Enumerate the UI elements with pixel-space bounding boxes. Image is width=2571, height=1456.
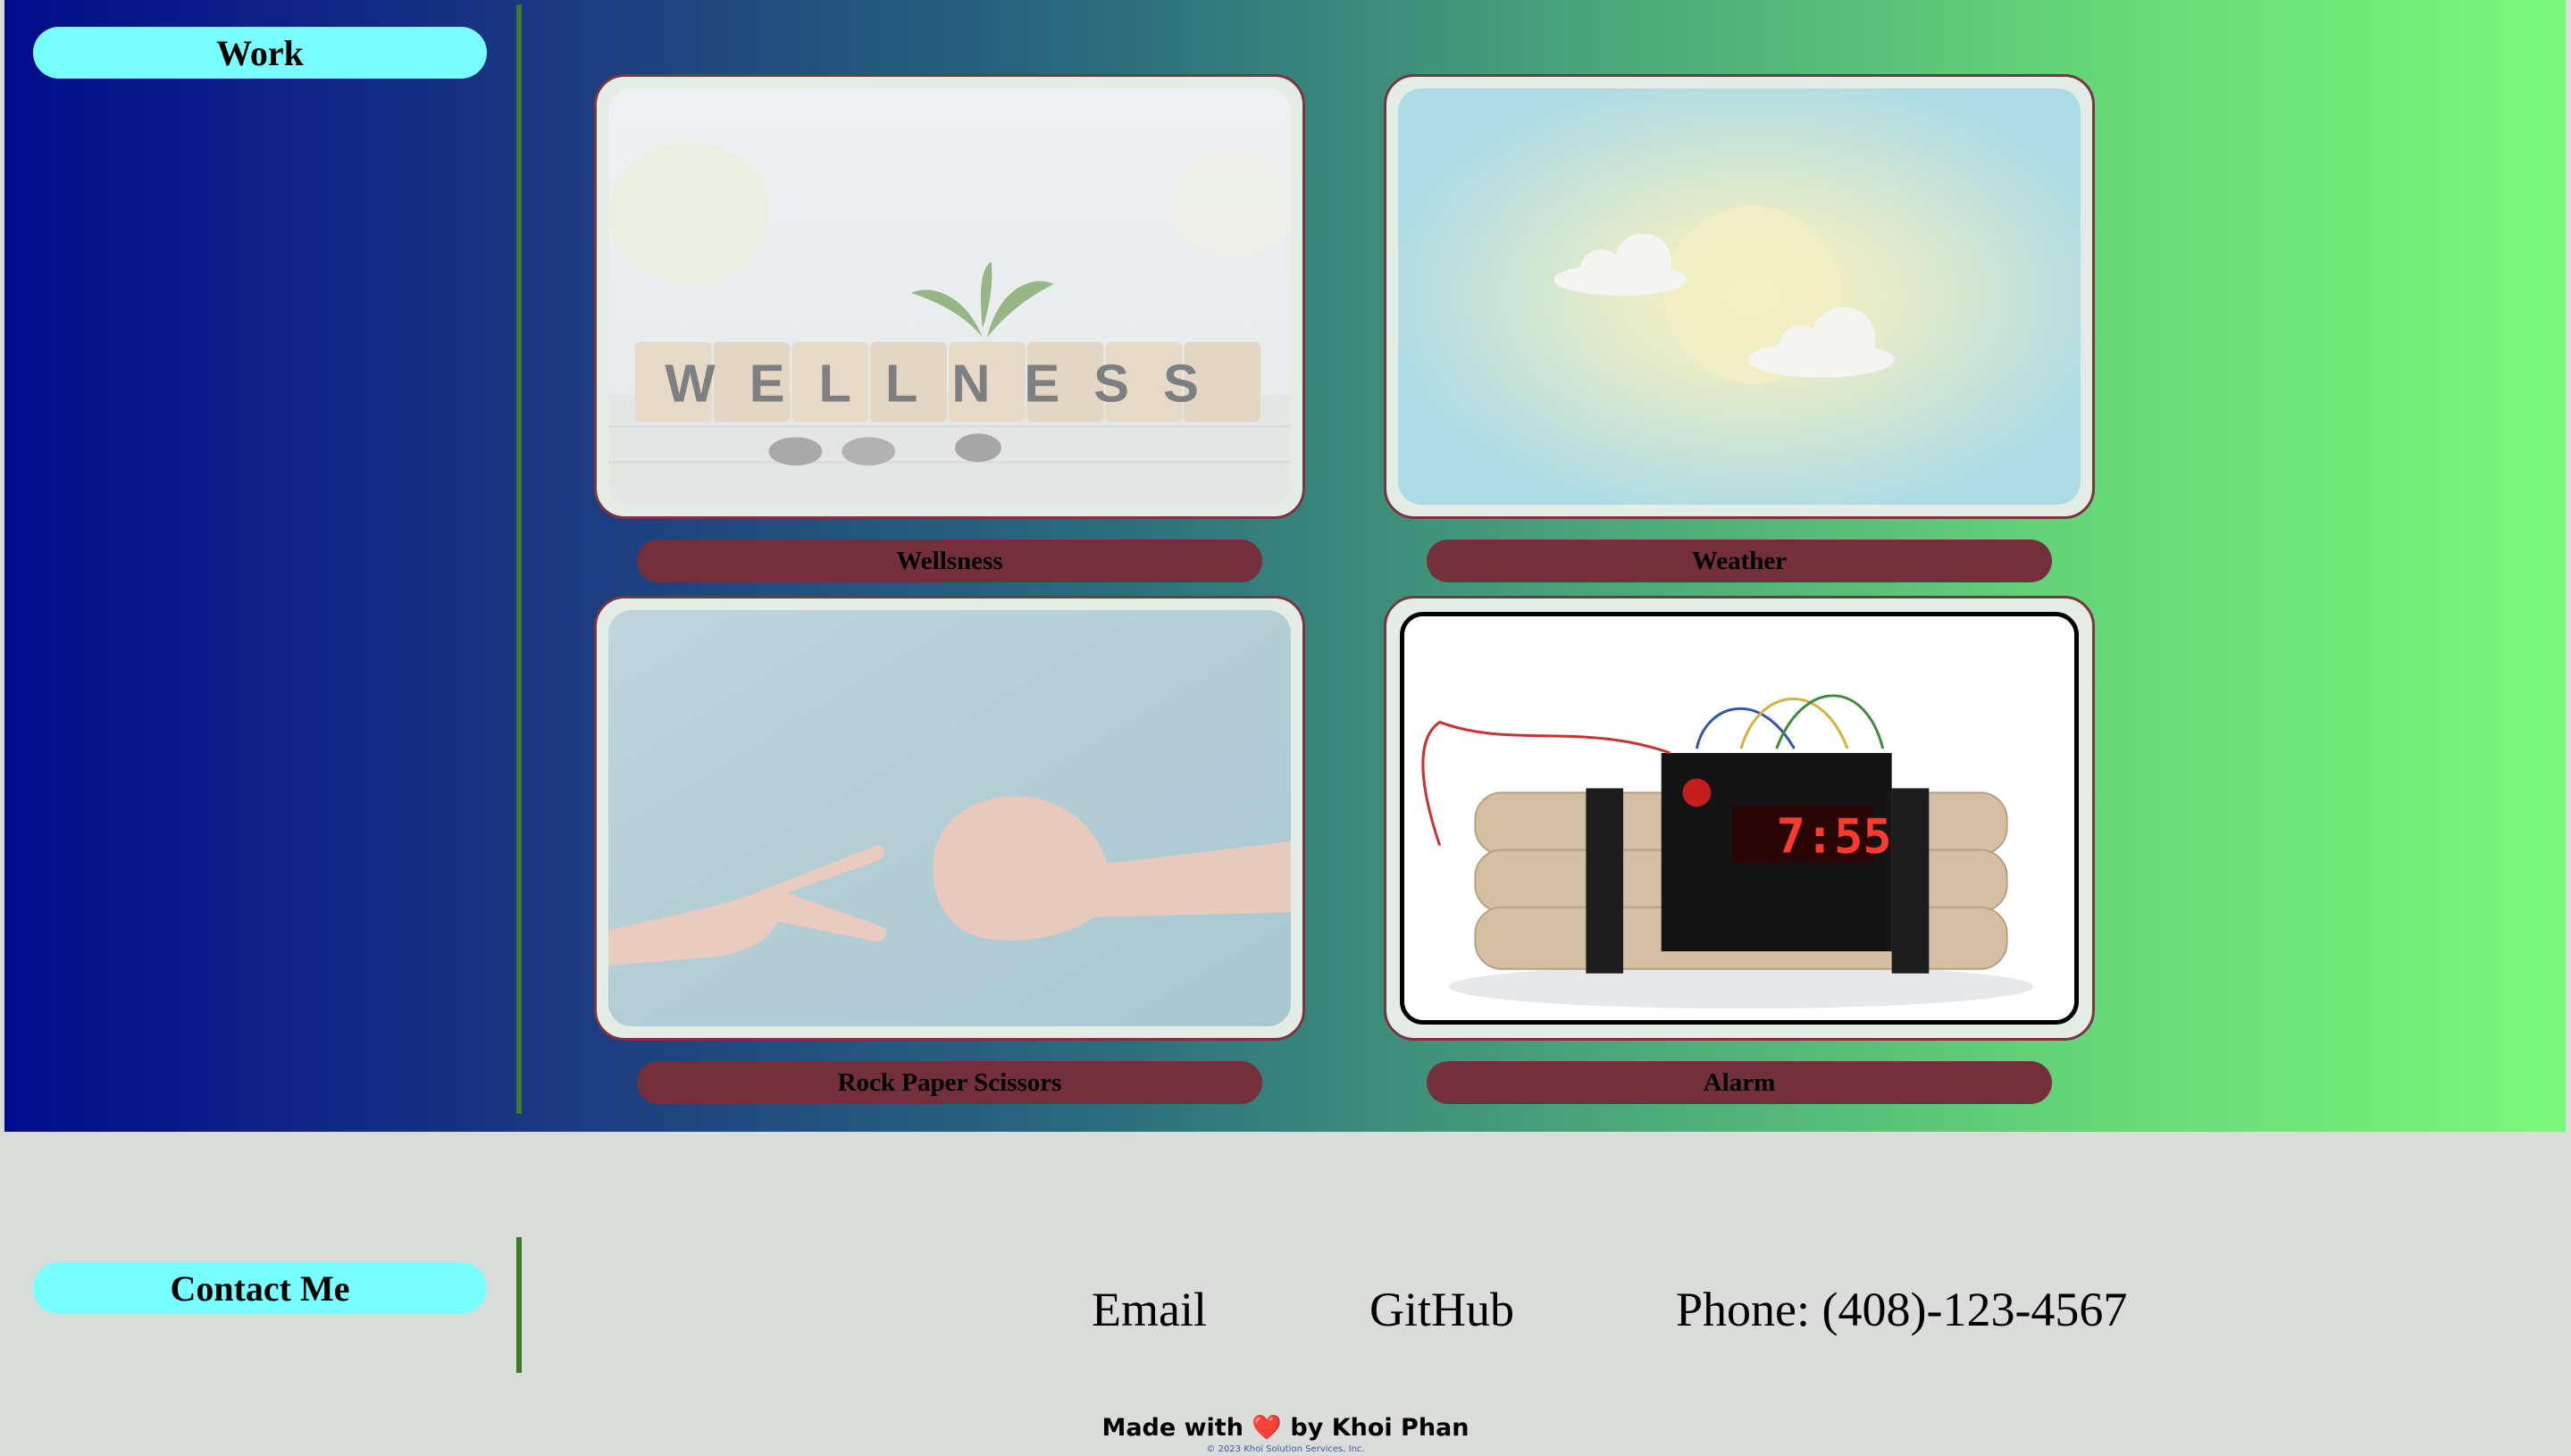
github-link[interactable]: GitHub (1369, 1282, 1514, 1337)
contact-heading-label: Contact Me (170, 1268, 350, 1309)
contact-heading: Contact Me (33, 1262, 487, 1314)
alarm-image: 7:55 (1400, 612, 2079, 1025)
project-title: Weather (1691, 546, 1788, 575)
wellness-word: WELLNESS (665, 354, 1233, 414)
project-card-wellness[interactable]: WELLNESS (594, 74, 1305, 519)
email-link[interactable]: Email (1092, 1282, 1207, 1337)
project-label-weather[interactable]: Weather (1427, 540, 2052, 582)
project-card-rock-paper-scissors[interactable] (594, 596, 1305, 1041)
footer-made-suffix: by Khoi Phan (1290, 1414, 1470, 1442)
project-title: Alarm (1703, 1067, 1776, 1097)
footer-made-prefix: Made with (1101, 1414, 1244, 1442)
project-label-wellness[interactable]: Wellsness (637, 540, 1262, 582)
rock-paper-scissors-image (608, 610, 1291, 1026)
wellness-image: WELLNESS (608, 88, 1291, 505)
project-card-weather[interactable] (1384, 74, 2095, 519)
work-heading-label: Work (216, 32, 304, 73)
work-divider (516, 4, 522, 1114)
work-heading: Work (33, 27, 487, 79)
alarm-clock-display: 7:55 (1777, 808, 1892, 865)
project-label-rock-paper-scissors[interactable]: Rock Paper Scissors (637, 1061, 1262, 1104)
project-card-alarm[interactable]: 7:55 (1384, 596, 2095, 1041)
footer-made-with: Made with ❤️ by Khoi Phan (0, 1413, 2571, 1442)
phone-number: Phone: (408)-123-4567 (1676, 1283, 2128, 1336)
project-title: Wellsness (896, 546, 1003, 575)
project-label-alarm[interactable]: Alarm (1427, 1061, 2052, 1104)
footer-copyright: © 2023 Khoi Solution Services, Inc. (1206, 1444, 1365, 1454)
contact-divider (516, 1237, 522, 1373)
heart-icon: ❤️ (1252, 1414, 1282, 1442)
project-title: Rock Paper Scissors (837, 1067, 1062, 1097)
weather-image (1398, 88, 2081, 505)
